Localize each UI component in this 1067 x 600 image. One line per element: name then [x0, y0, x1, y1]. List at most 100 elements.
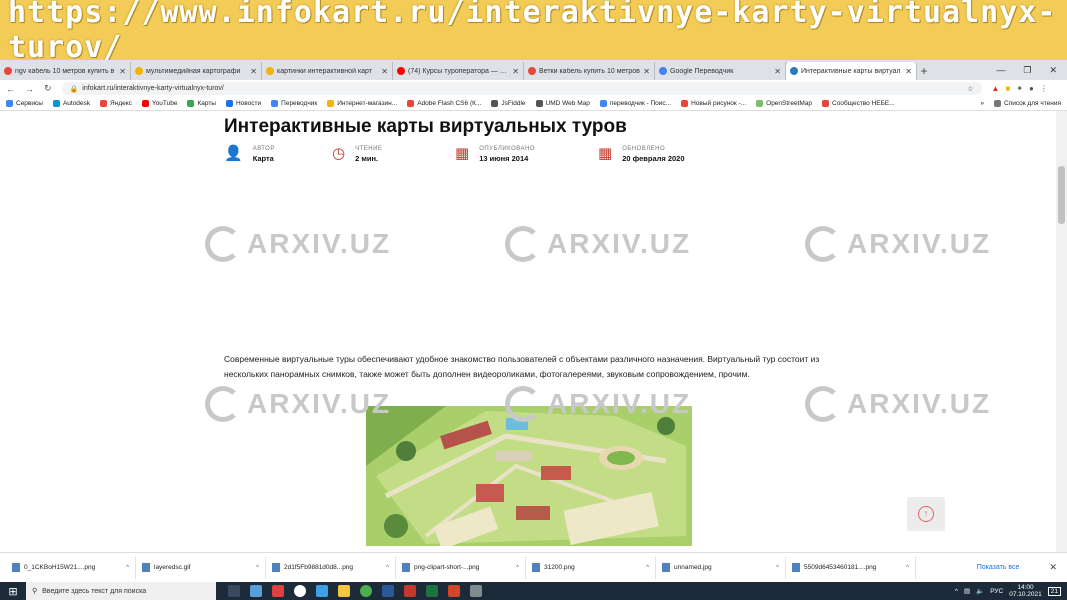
windows-start-icon[interactable]: ⊞ — [0, 585, 26, 598]
bookmark-item[interactable]: Карты — [187, 100, 216, 107]
bookmark-item[interactable]: UMD Web Map — [535, 100, 590, 107]
campus-map-image[interactable] — [366, 406, 692, 546]
maximize-button[interactable]: ❐ — [1023, 65, 1031, 76]
excel-icon[interactable] — [426, 585, 438, 597]
reload-icon[interactable]: ↻ — [44, 83, 52, 94]
bookmark-item[interactable]: Adobe Flash CS6 (К... — [407, 100, 481, 107]
close-tab-icon[interactable]: ✕ — [119, 67, 126, 76]
browser-tab[interactable]: Google Переводчик ✕ — [655, 62, 786, 80]
forward-icon[interactable]: → — [25, 84, 34, 94]
search-icon: ⚲ — [32, 588, 38, 595]
screen: https://www.infokart.ru/interaktivnye-ka… — [0, 0, 1067, 600]
download-item[interactable]: 0_1CKBoH15W21....png ^ — [6, 556, 136, 579]
close-window-button[interactable]: ✕ — [1049, 65, 1057, 76]
close-tab-icon[interactable]: ✕ — [774, 67, 781, 76]
watermark: ARXIV.UZ — [205, 386, 391, 422]
extension-icon[interactable]: ■ — [1005, 84, 1010, 93]
app-icon[interactable] — [272, 585, 284, 597]
address-bar[interactable]: 🔒 infokart.ru/interaktivnye-karty-virtua… — [61, 82, 982, 95]
chevron-up-icon[interactable]: ^ — [516, 564, 519, 571]
bookmark-item[interactable]: Яндекс — [100, 100, 132, 107]
browser-tab[interactable]: Ветки кабель купить 10 метров ✕ — [524, 62, 655, 80]
bookmark-item[interactable]: Новости — [225, 100, 261, 107]
bookmark-favicon-icon — [681, 100, 689, 107]
chevron-up-icon[interactable]: ^ — [256, 564, 259, 571]
yandex-browser-icon[interactable] — [294, 585, 306, 597]
language-indicator[interactable]: РУС — [990, 588, 1003, 595]
chrome-icon[interactable] — [360, 585, 372, 597]
chevron-up-icon[interactable]: ^ — [126, 564, 129, 571]
minimize-button[interactable]: — — [996, 65, 1005, 75]
notification-badge[interactable]: 21 — [1047, 586, 1061, 596]
new-tab-button[interactable]: + — [917, 62, 931, 80]
show-all-downloads-link[interactable]: Показать все — [977, 564, 1020, 571]
download-item[interactable]: png-clipart-short-...png ^ — [396, 556, 526, 579]
puzzle-icon[interactable]: ✦ — [1016, 84, 1023, 93]
download-item[interactable]: 5509d6453460181....png ^ — [786, 556, 916, 579]
file-explorer-icon[interactable] — [338, 585, 350, 597]
extension-icon[interactable]: ▲ — [992, 84, 1000, 93]
download-item[interactable]: 2d1f5Fb9881d0d8...png ^ — [266, 556, 396, 579]
chevron-up-icon[interactable]: ^ — [646, 564, 649, 571]
system-tray: ^ ▤ 🔈 РУС 14:00 07.10.2021 21 — [955, 584, 1067, 598]
avatar[interactable]: ● — [1029, 84, 1034, 93]
clock[interactable]: 14:00 07.10.2021 — [1009, 584, 1042, 598]
app-icon[interactable] — [404, 585, 416, 597]
article-meta-item: 👤 АВТОР Карта — [224, 145, 275, 164]
tab-title: Google Переводчик — [670, 67, 734, 75]
browser-tab[interactable]: (74) Курсы туроператора — Rich ✕ — [393, 62, 524, 80]
bookmark-item[interactable]: JsFiddle — [491, 100, 526, 107]
bookmarks-more[interactable]: » — [980, 100, 984, 107]
bookmark-item[interactable]: Сервисы — [6, 100, 43, 107]
task-view-icon[interactable] — [228, 585, 240, 597]
bookmark-item[interactable]: YouTube — [141, 100, 177, 107]
close-tab-icon[interactable]: ✕ — [250, 67, 257, 76]
powerpoint-icon[interactable] — [448, 585, 460, 597]
menu-icon[interactable]: ⋮ — [1040, 84, 1048, 93]
scrollbar-thumb[interactable] — [1058, 166, 1065, 224]
app-icon[interactable] — [316, 585, 328, 597]
word-icon[interactable] — [382, 585, 394, 597]
app-icon[interactable] — [470, 585, 482, 597]
bookmark-item[interactable]: Сообщество НЕБЕ... — [822, 100, 895, 107]
chevron-up-icon[interactable]: ^ — [776, 564, 779, 571]
browser-tab[interactable]: картинки интерактивной карт ✕ — [262, 62, 393, 80]
close-tab-icon[interactable]: ✕ — [512, 67, 519, 76]
browser-tab[interactable]: Интерактивные карты виртуал ✕ — [786, 62, 917, 80]
app-icon[interactable] — [250, 585, 262, 597]
bookmark-item[interactable]: Переводчик — [271, 100, 317, 107]
bookmark-item[interactable]: Autodesk — [52, 100, 90, 107]
tab-title: ngv кабель 10 метров купить в — [15, 67, 115, 75]
back-icon[interactable]: ← — [6, 84, 15, 94]
bookmark-item[interactable]: переводчик - Поис... — [599, 100, 671, 107]
extensions: ▲ ■ ✦ ● ⋮ — [992, 84, 1048, 93]
page-scrollbar[interactable] — [1056, 111, 1067, 552]
bookmark-item[interactable]: Интернет-магазин... — [327, 100, 397, 107]
close-tab-icon[interactable]: ✕ — [905, 67, 912, 76]
download-item[interactable]: layeredsc.gif ^ — [136, 556, 266, 579]
browser-tab[interactable]: мультимедийная картографи ✕ — [131, 62, 262, 80]
star-icon[interactable]: ☆ — [967, 85, 973, 93]
close-icon[interactable]: ✕ — [1049, 562, 1057, 573]
meta-value: 13 июня 2014 — [479, 154, 529, 163]
network-icon[interactable]: ▤ — [964, 587, 970, 595]
bookmark-item[interactable]: Новый рисунок -... — [681, 100, 746, 107]
chevron-up-icon[interactable]: ^ — [386, 564, 389, 571]
taskbar-search-box[interactable]: ⚲ Введите здесь текст для поиска — [26, 582, 216, 600]
bookmark-item[interactable]: OpenStreetMap — [756, 100, 812, 107]
bookmark-favicon-icon — [271, 100, 279, 107]
user-icon: 👤 — [224, 145, 243, 162]
close-tab-icon[interactable]: ✕ — [643, 67, 650, 76]
article-meta-item: ▦ ОБНОВЛЕНО 20 февраля 2020 — [598, 146, 685, 164]
chevron-up-icon[interactable]: ^ — [906, 564, 909, 571]
download-item[interactable]: 31200.png ^ — [526, 556, 656, 579]
download-item[interactable]: unnamed.jpg ^ — [656, 556, 786, 579]
close-tab-icon[interactable]: ✕ — [381, 67, 388, 76]
scroll-to-top-button[interactable]: ↑ — [907, 497, 945, 531]
chevron-up-icon[interactable]: ^ — [955, 588, 958, 595]
reading-list[interactable]: Список для чтения — [994, 100, 1061, 107]
volume-icon[interactable]: 🔈 — [976, 587, 984, 595]
bookmark-favicon-icon — [822, 100, 830, 107]
clock-icon: ◷ — [332, 145, 346, 162]
browser-tab[interactable]: ngv кабель 10 метров купить в ✕ — [0, 62, 131, 80]
